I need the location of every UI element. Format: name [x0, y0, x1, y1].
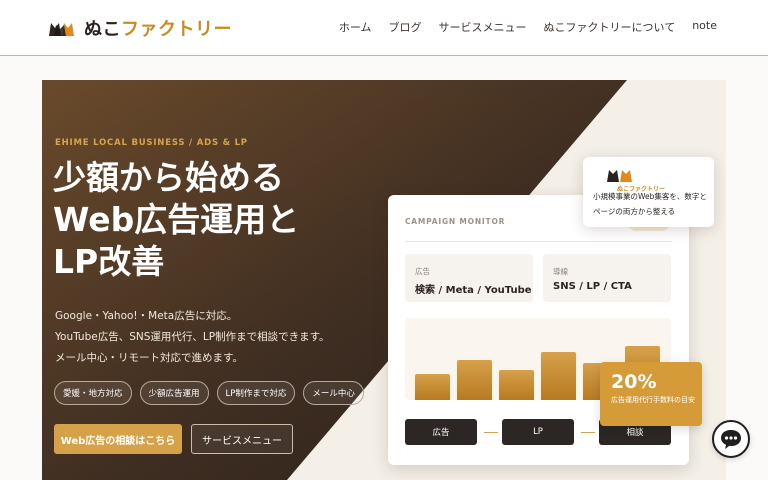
chart-bar — [541, 352, 576, 400]
hero-description: Google・Yahoo!・Meta広告に対応。 YouTube広告、SNS運用… — [55, 306, 330, 369]
flow-step-lp: LP — [502, 419, 574, 445]
nav-note[interactable]: note — [692, 19, 717, 35]
chat-button[interactable] — [712, 420, 750, 458]
card-value: SNS / LP / CTA — [553, 281, 632, 292]
chart-bar — [457, 360, 492, 400]
flow-connector — [484, 432, 498, 433]
tagline-card: ぬこファクトリー 小規模事業のWeb集客を、数字とページの両方から整える — [583, 157, 714, 227]
site-logo[interactable]: ぬこファクトリー — [48, 15, 232, 41]
chip-lp: LP制作まで対応 — [216, 381, 296, 405]
hero-buttons: Web広告の相談はこちら サービスメニュー — [54, 424, 293, 454]
description-line: YouTube広告、SNS運用代行、LP制作まで相談できます。 — [55, 331, 330, 343]
service-menu-button[interactable]: サービスメニュー — [191, 424, 293, 454]
nav-blog[interactable]: ブログ — [389, 19, 422, 35]
fee-badge: 20% 広告運用代行手数料の目安 — [600, 362, 702, 426]
divider — [405, 241, 672, 242]
hero-title: 少額から始める Web広告運用と LP改善 — [53, 157, 383, 283]
hero-title-line: Web広告運用と — [53, 200, 300, 239]
chat-icon — [721, 430, 741, 449]
chart-bar — [415, 374, 450, 400]
tagline-text: 小規模事業のWeb集客を、数字とページの両方から整える — [593, 192, 707, 216]
description-line: Google・Yahoo!・Meta広告に対応。 — [55, 310, 238, 322]
card-key: 導線 — [553, 267, 568, 276]
nav-services[interactable]: サービスメニュー — [439, 19, 527, 35]
ads-card: 広告 検索 / Meta / YouTube — [405, 254, 533, 302]
card-value: 検索 / Meta / YouTube — [415, 285, 532, 296]
description-line: メール中心・リモート対応で進めます。 — [55, 352, 243, 364]
flow-step-ads: 広告 — [405, 419, 477, 445]
main-nav: ホーム ブログ サービスメニュー ぬこファクトリーについて note — [339, 19, 717, 35]
chart-bar — [499, 370, 534, 400]
cat-logo-icon — [607, 170, 632, 182]
cat-logo-icon — [49, 23, 74, 36]
logo-text: ぬこファクトリー — [84, 19, 232, 40]
hero-title-line: LP改善 — [53, 242, 165, 281]
chip-email: メール中心 — [303, 381, 364, 405]
fee-label: 広告運用代行手数料の目安 — [611, 396, 695, 404]
site-header: ぬこファクトリー ホーム ブログ サービスメニュー ぬこファクトリーについて n… — [0, 0, 768, 56]
card-key: 広告 — [415, 267, 430, 276]
flow-connector — [581, 432, 595, 433]
panel-label: CAMPAIGN MONITOR — [405, 217, 506, 226]
nav-home[interactable]: ホーム — [339, 19, 372, 35]
fee-value: 20% — [611, 371, 657, 393]
chip-small-budget: 少額広告運用 — [139, 381, 209, 405]
hero-title-line: 少額から始める — [53, 158, 284, 197]
consult-button[interactable]: Web広告の相談はこちら — [54, 424, 182, 454]
feature-chips: 愛媛・地方対応 少額広告運用 LP制作まで対応 メール中心 — [54, 381, 364, 405]
funnel-card: 導線 SNS / LP / CTA — [543, 254, 671, 302]
chip-local: 愛媛・地方対応 — [54, 381, 132, 405]
hero-eyebrow: EHIME LOCAL BUSINESS / ADS & LP — [55, 138, 248, 148]
nav-about[interactable]: ぬこファクトリーについて — [544, 19, 676, 35]
